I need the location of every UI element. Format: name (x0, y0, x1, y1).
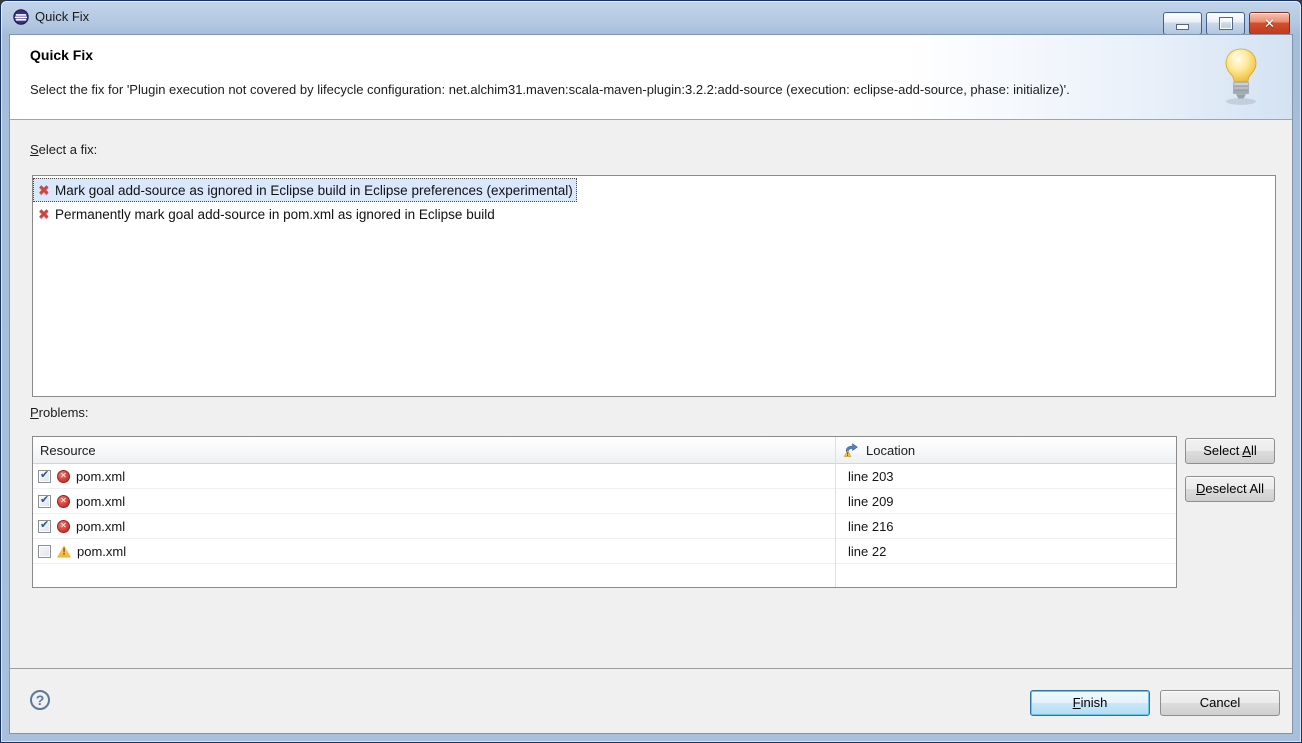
row-checkbox[interactable] (38, 545, 51, 558)
finish-button[interactable]: Finish (1030, 690, 1150, 716)
resource-cell: pom.xml (33, 539, 835, 563)
resource-cell: pom.xml (33, 489, 835, 513)
problems-table: Resource Location (32, 436, 1177, 588)
page-title: Quick Fix (30, 47, 93, 63)
help-button[interactable]: ? (30, 690, 50, 710)
select-all-button[interactable]: Select All (1185, 438, 1275, 464)
location-cell: line 209 (835, 489, 1176, 513)
table-row[interactable]: pom.xml line 216 (33, 514, 1176, 539)
select-fix-label: Select a fix: (30, 142, 97, 157)
row-checkbox[interactable] (38, 470, 51, 483)
column-divider (835, 437, 836, 587)
footer-separator (10, 668, 1292, 669)
header-description: Select the fix for 'Plugin execution not… (30, 82, 1070, 97)
location-cell: line 216 (835, 514, 1176, 538)
warning-icon (57, 545, 71, 558)
fix-option[interactable]: Mark goal add-source as ignored in Eclip… (33, 178, 577, 202)
location-cell: line 203 (835, 464, 1176, 488)
row-checkbox[interactable] (38, 495, 51, 508)
red-cross-icon (38, 182, 55, 199)
deselect-all-button[interactable]: Deselect All (1185, 476, 1275, 502)
resource-name: pom.xml (77, 544, 126, 559)
question-mark-icon: ? (36, 692, 45, 708)
lightbulb-icon (1222, 47, 1260, 107)
error-icon (57, 495, 70, 508)
error-icon (57, 520, 70, 533)
close-icon (1264, 15, 1275, 33)
eclipse-logo-icon (13, 9, 29, 25)
error-icon (57, 470, 70, 483)
fix-list[interactable]: Mark goal add-source as ignored in Eclip… (32, 175, 1276, 397)
dialog-client-area: Quick Fix Select the fix for 'Plugin exe… (9, 34, 1293, 734)
empty-table-row (33, 564, 1176, 588)
maximize-icon (1220, 18, 1232, 29)
cancel-button[interactable]: Cancel (1160, 690, 1280, 716)
problems-label: Problems: (30, 405, 89, 420)
red-cross-icon (38, 206, 55, 223)
location-cell: line 22 (835, 539, 1176, 563)
row-checkbox[interactable] (38, 520, 51, 533)
column-header-resource[interactable]: Resource (33, 437, 835, 463)
table-row[interactable]: pom.xml line 209 (33, 489, 1176, 514)
quick-fix-window: Quick Fix Quick Fix Select the fix for '… (0, 0, 1302, 743)
resource-name: pom.xml (76, 494, 125, 509)
resource-name: pom.xml (76, 469, 125, 484)
titlebar[interactable]: Quick Fix (1, 1, 1301, 34)
dialog-header: Quick Fix Select the fix for 'Plugin exe… (10, 35, 1292, 120)
maximize-button[interactable] (1206, 12, 1245, 35)
resource-cell: pom.xml (33, 514, 835, 538)
minimize-button[interactable] (1163, 12, 1202, 35)
table-row[interactable]: pom.xml line 203 (33, 464, 1176, 489)
location-column-icon (843, 442, 859, 458)
window-title: Quick Fix (35, 9, 89, 24)
resource-name: pom.xml (76, 519, 125, 534)
resource-cell: pom.xml (33, 464, 835, 488)
close-button[interactable] (1249, 12, 1290, 35)
fix-option-label: Mark goal add-source as ignored in Eclip… (55, 183, 573, 198)
window-controls (1163, 12, 1290, 35)
minimize-icon (1177, 25, 1188, 29)
table-header-row: Resource Location (33, 437, 1176, 464)
fix-option[interactable]: Permanently mark goal add-source in pom.… (33, 202, 499, 226)
column-header-location[interactable]: Location (835, 437, 1176, 463)
fix-option-label: Permanently mark goal add-source in pom.… (55, 207, 495, 222)
table-row[interactable]: pom.xml line 22 (33, 539, 1176, 564)
